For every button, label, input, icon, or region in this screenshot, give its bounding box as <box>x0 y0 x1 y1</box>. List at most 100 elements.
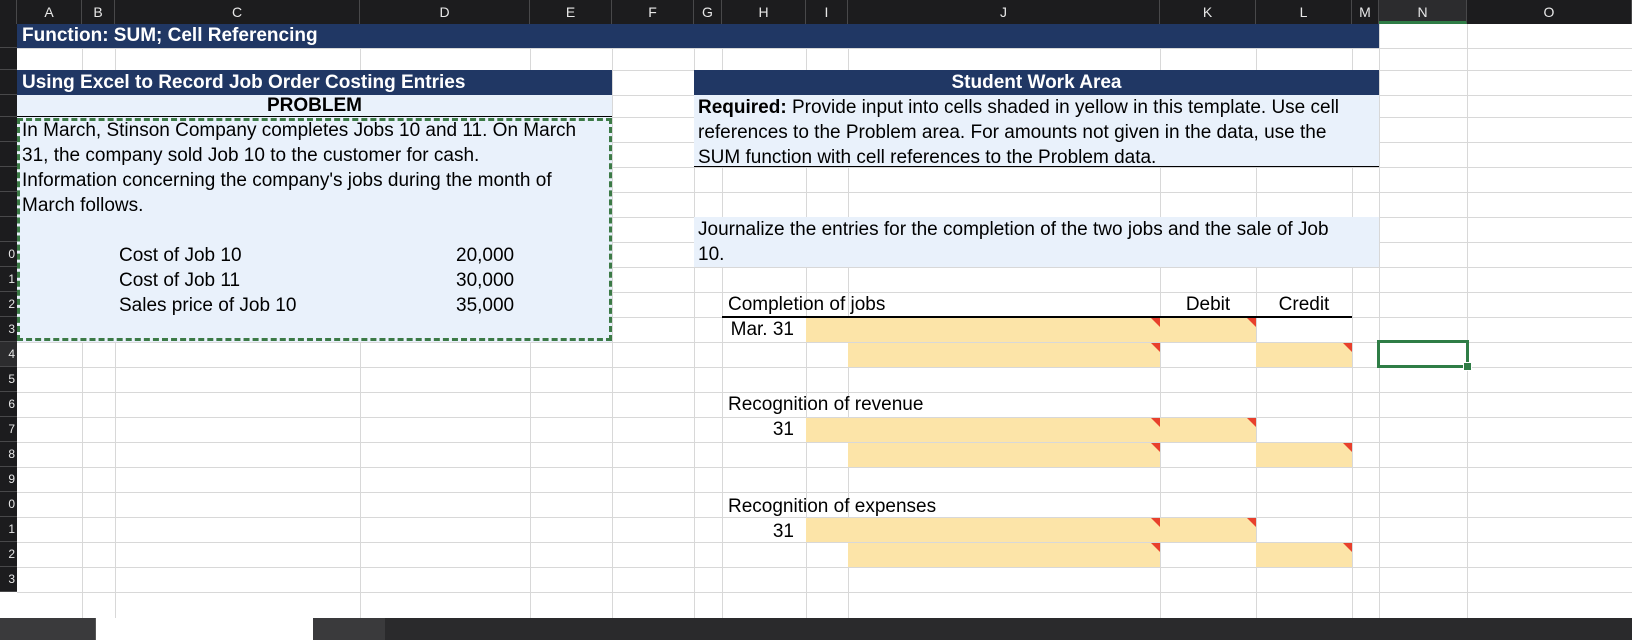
comment-marker-icon <box>1343 343 1352 352</box>
spreadsheet-grid[interactable]: A B C D E F G H I J K L M N O 0 1 2 3 4 … <box>0 0 1632 640</box>
credit-amount-input[interactable] <box>1256 343 1352 367</box>
row-header[interactable]: 6 <box>0 392 17 417</box>
comment-marker-icon <box>1151 343 1160 352</box>
comment-marker-icon <box>1151 543 1160 552</box>
problem-subheader[interactable]: PROBLEM <box>17 95 612 117</box>
row-header[interactable]: 2 <box>0 292 17 317</box>
job11-cost-label[interactable]: Cost of Job 11 <box>119 268 240 293</box>
grid-line <box>612 24 613 618</box>
comment-marker-icon <box>1151 318 1160 327</box>
column-header-l[interactable]: L <box>1256 0 1352 24</box>
selected-cell[interactable] <box>1377 340 1469 368</box>
comment-marker-icon <box>1343 443 1352 452</box>
row-header[interactable]: 7 <box>0 417 17 442</box>
job10-sales-price-value[interactable]: 35,000 <box>456 293 514 318</box>
job10-cost-label[interactable]: Cost of Job 10 <box>119 243 242 268</box>
problem-description-line[interactable]: Information concerning the company's job… <box>22 168 552 193</box>
tab-bar-fill <box>385 618 1632 640</box>
required-line[interactable]: Required: Provide input into cells shade… <box>698 95 1339 120</box>
row-header[interactable]: 0 <box>0 492 17 517</box>
problem-description-line[interactable]: In March, Stinson Company completes Jobs… <box>22 118 576 143</box>
column-header-d[interactable]: D <box>360 0 530 24</box>
debit-column-header[interactable]: Debit <box>1160 292 1256 317</box>
required-label: Required: <box>698 97 787 118</box>
column-header-i[interactable]: I <box>806 0 848 24</box>
row-header[interactable] <box>0 192 17 217</box>
job10-cost-value[interactable]: 20,000 <box>456 243 514 268</box>
column-header-c[interactable]: C <box>115 0 360 24</box>
row-header[interactable]: 3 <box>0 317 17 342</box>
account-input-credit[interactable] <box>848 343 1160 367</box>
column-header-k[interactable]: K <box>1160 0 1256 24</box>
row-header[interactable]: 4 <box>0 342 17 367</box>
row-header[interactable]: 3 <box>0 567 17 592</box>
row-header[interactable]: 0 <box>0 242 17 267</box>
row-header[interactable]: 9 <box>0 467 17 492</box>
column-header-f[interactable]: F <box>612 0 694 24</box>
entry-date-revenue[interactable]: 31 <box>722 417 806 442</box>
row-header[interactable] <box>0 167 17 192</box>
grid-line <box>1379 24 1380 618</box>
debit-amount-input[interactable] <box>1160 518 1256 542</box>
row-header[interactable]: 8 <box>0 442 17 467</box>
account-input-debit[interactable] <box>806 318 1160 342</box>
entry-date-completion[interactable]: Mar. 31 <box>722 317 806 342</box>
row-header[interactable] <box>0 48 17 70</box>
grid-line <box>17 442 1632 443</box>
student-work-area-header[interactable]: Student Work Area <box>694 70 1379 95</box>
comment-marker-icon <box>1247 318 1256 327</box>
function-title-bar[interactable]: Function: SUM; Cell Referencing <box>17 24 1379 48</box>
row-header[interactable]: 5 <box>0 367 17 392</box>
credit-amount-input[interactable] <box>1256 443 1352 467</box>
column-header-h[interactable]: H <box>722 0 806 24</box>
problem-header[interactable]: Using Excel to Record Job Order Costing … <box>17 70 612 95</box>
row-header[interactable]: 1 <box>0 267 17 292</box>
section-title-completion[interactable]: Completion of jobs <box>728 292 885 317</box>
account-input-credit[interactable] <box>848 443 1160 467</box>
debit-amount-input[interactable] <box>1160 418 1256 442</box>
section-title-revenue[interactable]: Recognition of revenue <box>728 392 923 417</box>
credit-column-header[interactable]: Credit <box>1256 292 1352 317</box>
required-line[interactable]: references to the Problem area. For amou… <box>698 120 1326 145</box>
column-header-j[interactable]: J <box>848 0 1160 24</box>
required-text: Provide input into cells shaded in yello… <box>786 97 1340 118</box>
row-header[interactable]: 2 <box>0 542 17 567</box>
problem-description-line[interactable]: 31, the company sold Job 10 to the custo… <box>22 143 479 168</box>
job11-cost-value[interactable]: 30,000 <box>456 268 514 293</box>
column-header-b[interactable]: B <box>82 0 115 24</box>
column-header-m[interactable]: M <box>1352 0 1379 24</box>
row-header[interactable]: 1 <box>0 517 17 542</box>
grid-line <box>17 542 1632 543</box>
sheet-tab-bar <box>0 618 1632 640</box>
grid-line <box>17 592 1632 593</box>
row-header[interactable] <box>0 70 17 95</box>
credit-amount-input[interactable] <box>1256 543 1352 567</box>
account-input-debit[interactable] <box>806 418 1160 442</box>
column-header-o[interactable]: O <box>1467 0 1632 24</box>
required-line[interactable]: SUM function with cell references to the… <box>698 145 1156 166</box>
column-header-n[interactable]: N <box>1379 0 1467 24</box>
instruction-line[interactable]: 10. <box>698 242 724 267</box>
column-header-e[interactable]: E <box>530 0 612 24</box>
debit-amount-input[interactable] <box>1160 318 1256 342</box>
sheet-tab[interactable] <box>95 618 315 640</box>
corner-cell[interactable] <box>0 0 17 24</box>
fill-handle[interactable] <box>1463 362 1472 371</box>
row-header[interactable] <box>0 142 17 167</box>
column-header-g[interactable]: G <box>694 0 722 24</box>
row-header[interactable] <box>0 95 17 117</box>
grid-line <box>17 467 1632 468</box>
job10-sales-price-label[interactable]: Sales price of Job 10 <box>119 293 296 318</box>
instruction-line[interactable]: Journalize the entries for the completio… <box>698 217 1329 242</box>
entry-date-expenses[interactable]: 31 <box>722 519 806 544</box>
row-header[interactable] <box>0 24 17 48</box>
row-header[interactable] <box>0 217 17 242</box>
account-input-debit[interactable] <box>806 518 1160 542</box>
problem-description-line[interactable]: March follows. <box>22 193 143 218</box>
grid-line <box>17 492 1632 493</box>
column-header-a[interactable]: A <box>17 0 82 24</box>
section-title-expenses[interactable]: Recognition of expenses <box>728 494 936 519</box>
account-input-credit[interactable] <box>848 543 1160 567</box>
row-header[interactable] <box>0 117 17 142</box>
sheet-tab[interactable] <box>313 618 386 640</box>
